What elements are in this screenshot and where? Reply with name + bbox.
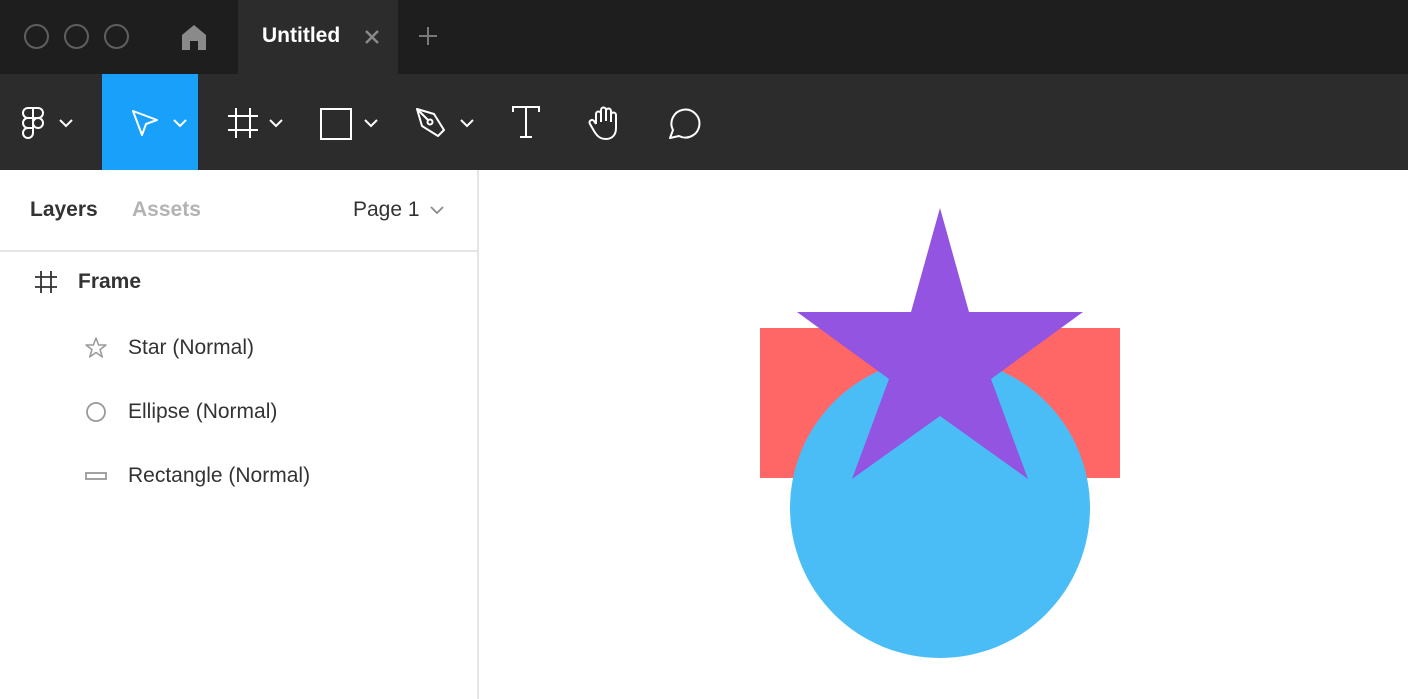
layer-star[interactable]: Star (Normal) [0,320,477,376]
chevron-down-icon [364,119,378,128]
figma-logo-icon [22,107,44,139]
chevron-down-icon [269,119,283,128]
text-icon [512,106,540,138]
star-icon [85,337,107,358]
chevron-down-icon [59,119,73,128]
canvas-artboard [760,208,1120,658]
move-tool-button[interactable] [102,74,198,170]
shape-tool-button[interactable] [306,74,390,170]
tab-assets[interactable]: Assets [132,198,201,222]
window-close-button[interactable] [24,24,49,49]
window-zoom-button[interactable] [104,24,129,49]
tab-layers[interactable]: Layers [30,198,98,222]
panel-tabs: Layers Assets Page 1 [0,170,477,252]
hand-tool-button[interactable] [576,74,636,170]
toolbar [0,74,1408,170]
cursor-arrow-icon [132,110,158,136]
layer-label: Rectangle (Normal) [128,464,311,487]
comment-tool-button[interactable] [656,74,716,170]
canvas[interactable] [481,170,1408,699]
window-minimize-button[interactable] [64,24,89,49]
layer-frame[interactable]: Frame [0,254,477,310]
title-bar: Untitled [0,0,1408,74]
file-tab[interactable]: Untitled [238,0,398,74]
page-selector[interactable]: Page 1 [353,198,420,222]
ellipse-icon [86,402,106,422]
pen-icon [416,108,445,137]
layer-label: Star (Normal) [128,336,255,359]
pen-tool-button[interactable] [402,74,486,170]
frame-icon [228,108,258,138]
home-icon[interactable] [178,21,210,53]
frame-tool-button[interactable] [210,74,294,170]
layer-ellipse[interactable]: Ellipse (Normal) [0,384,477,440]
frame-icon [35,271,57,293]
chevron-down-icon[interactable] [429,204,445,216]
layer-label: Ellipse (Normal) [128,400,278,423]
comment-icon [669,108,701,139]
hand-icon [588,106,617,140]
layer-rectangle[interactable]: Rectangle (Normal) [0,448,477,504]
rectangle-icon [320,108,352,140]
close-icon[interactable] [360,25,384,49]
text-tool-button[interactable] [498,74,554,170]
main-menu-button[interactable] [0,74,96,170]
layers-panel: Layers Assets Page 1 Frame Star (Normal)… [0,170,479,699]
plus-icon[interactable] [416,24,440,48]
layer-label: Frame [78,270,142,293]
rectangle-icon [85,472,107,480]
tab-title: Untitled [262,24,341,47]
chevron-down-icon [173,119,187,128]
chevron-down-icon [460,119,474,128]
